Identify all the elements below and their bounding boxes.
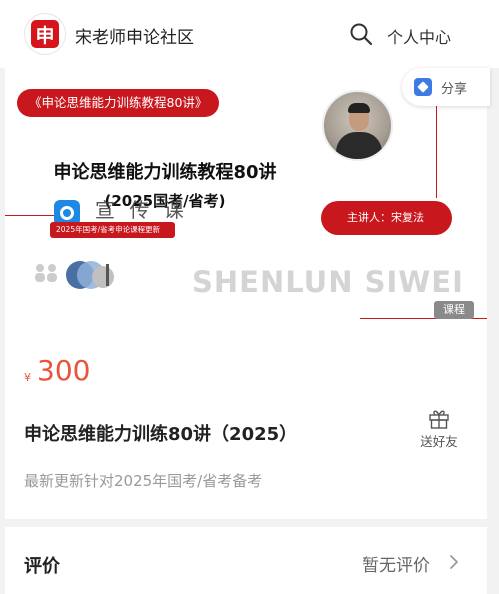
search-icon[interactable] — [349, 22, 373, 46]
share-icon — [414, 78, 432, 96]
review-title: 评价 — [24, 556, 60, 577]
site-logo[interactable]: 申 — [24, 13, 66, 55]
banner-tag: 2025年国考/省考申论课程更新 — [50, 222, 175, 238]
people-illustration — [35, 261, 114, 289]
speaker-label: 主讲人：宋复法 — [321, 201, 452, 235]
gift-friend-button[interactable]: 送好友 — [414, 407, 464, 450]
course-price: 300 — [37, 354, 91, 387]
share-button[interactable]: 分享 — [402, 68, 490, 106]
banner-pinyin: SHENLUN SIWEI — [192, 265, 464, 299]
chevron-right-icon — [450, 555, 458, 569]
banner-main-title: 申论思维能力训练教程80讲 — [53, 162, 277, 183]
logo-mark: 申 — [31, 20, 59, 48]
course-banner: 《申论思维能力训练教程80讲》 申论思维能力训练教程80讲 (2025国考/省考… — [5, 68, 487, 323]
currency-symbol: ¥ — [24, 371, 31, 384]
course-description: 最新更新针对2025年国考/省考备考 — [24, 472, 263, 490]
top-header: 申 宋老师申论社区 个人中心 — [0, 0, 499, 68]
lecturer-avatar — [322, 90, 393, 161]
user-center-link[interactable]: 个人中心 — [387, 24, 451, 48]
review-status: 暂无评价 — [362, 556, 430, 576]
course-info-card: ¥ 300 申论思维能力训练80讲（2025） 送好友 最新更新针对2025年国… — [5, 323, 487, 519]
share-label: 分享 — [441, 81, 468, 97]
review-section[interactable]: 评价 暂无评价 — [5, 527, 487, 594]
site-title[interactable]: 宋老师申论社区 — [75, 23, 194, 48]
course-title: 申论思维能力训练80讲（2025） — [24, 424, 298, 445]
gift-icon — [429, 410, 449, 429]
banner-pill: 《申论思维能力训练教程80讲》 — [17, 89, 220, 117]
watermark-text: 宣 传 课 — [95, 198, 188, 222]
course-badge: 课程 — [434, 301, 474, 319]
gift-label: 送好友 — [420, 434, 458, 449]
